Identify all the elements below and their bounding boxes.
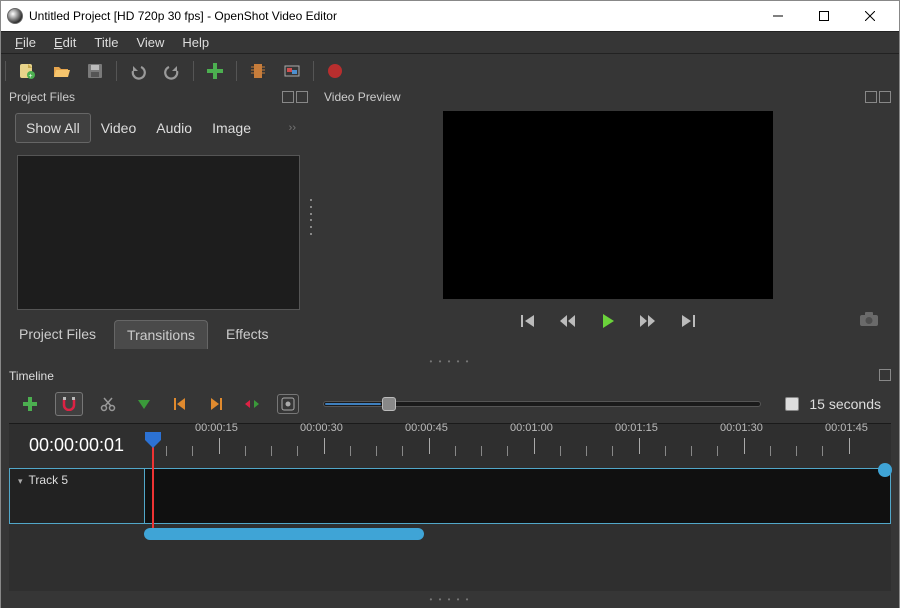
prev-marker-icon[interactable]	[169, 393, 191, 415]
project-files-title: Project Files	[9, 90, 75, 104]
next-marker-icon[interactable]	[205, 393, 227, 415]
zoom-slider-knob[interactable]	[382, 397, 396, 411]
close-preview-icon[interactable]	[879, 91, 891, 103]
timeline-timecode: 00:00:00:01	[9, 424, 144, 466]
tab-transitions[interactable]: Transitions	[114, 320, 208, 349]
zoom-slider[interactable]	[323, 401, 761, 407]
zoom-checkbox[interactable]	[785, 397, 799, 411]
open-project-icon[interactable]	[50, 60, 72, 82]
horizontal-scroll-thumb[interactable]	[144, 528, 424, 540]
close-panel-icon[interactable]	[296, 91, 308, 103]
app-icon	[7, 8, 23, 24]
timeline-panel: Timeline 15 seconds 00	[1, 367, 899, 608]
jump-start-icon[interactable]	[518, 311, 538, 331]
svg-text:+: +	[29, 73, 33, 80]
fullscreen-icon[interactable]	[281, 60, 303, 82]
timeline-settings-icon[interactable]	[277, 394, 299, 414]
video-preview-panel: Video Preview	[316, 87, 899, 357]
export-icon[interactable]	[324, 60, 346, 82]
main-toolbar: +	[1, 53, 899, 87]
play-icon[interactable]	[598, 311, 618, 331]
project-files-well[interactable]	[17, 155, 300, 310]
window-title: Untitled Project [HD 720p 30 fps] - Open…	[29, 9, 755, 23]
minimize-button[interactable]	[755, 1, 801, 31]
menu-title[interactable]: Title	[86, 33, 126, 52]
window-titlebar: Untitled Project [HD 720p 30 fps] - Open…	[1, 1, 899, 31]
razor-icon[interactable]	[97, 393, 119, 415]
zoom-label: 15 seconds	[809, 396, 881, 412]
tab-project-files[interactable]: Project Files	[7, 320, 108, 349]
horizontal-scrollbar[interactable]	[144, 528, 891, 540]
snapshot-icon[interactable]	[859, 311, 879, 332]
menu-view[interactable]: View	[128, 33, 172, 52]
horizontal-splitter[interactable]: • • • • •	[1, 357, 899, 367]
menu-help[interactable]: Help	[174, 33, 217, 52]
fast-forward-icon[interactable]	[638, 311, 658, 331]
import-files-icon[interactable]	[204, 60, 226, 82]
undo-icon[interactable]	[127, 60, 149, 82]
add-track-icon[interactable]	[19, 393, 41, 415]
filter-video[interactable]: Video	[91, 114, 147, 142]
track-collapse-icon[interactable]: ▾	[18, 476, 23, 487]
add-marker-icon[interactable]	[133, 393, 155, 415]
center-playhead-icon[interactable]	[241, 393, 263, 415]
snap-icon[interactable]	[55, 392, 83, 416]
tab-effects[interactable]: Effects	[214, 320, 281, 349]
video-preview-title: Video Preview	[324, 90, 401, 104]
undock-timeline-icon[interactable]	[879, 369, 891, 381]
video-preview-viewport[interactable]	[443, 111, 773, 299]
project-files-panel: Project Files Show All Video Audio Image…	[1, 87, 316, 357]
timeline-body[interactable]: 00:00:00:01 00:00:15 00:00:30 00:00:45 0…	[9, 423, 891, 591]
timeline-toolbar: 15 seconds	[1, 387, 899, 421]
filter-overflow-icon[interactable]: ››	[289, 122, 302, 134]
panel-resize-handle[interactable]	[308, 197, 314, 237]
bottom-splitter[interactable]: • • • • •	[1, 593, 899, 608]
filter-image[interactable]: Image	[202, 114, 261, 142]
track-body[interactable]	[144, 468, 891, 524]
close-button[interactable]	[847, 1, 893, 31]
menu-bar: File Edit Title View Help	[1, 31, 899, 53]
undock-preview-icon[interactable]	[865, 91, 877, 103]
filter-show-all[interactable]: Show All	[15, 113, 91, 143]
timeline-ruler[interactable]: 00:00:15 00:00:30 00:00:45 00:01:00 00:0…	[144, 424, 891, 466]
timeline-title: Timeline	[9, 369, 54, 385]
undock-icon[interactable]	[282, 91, 294, 103]
menu-edit[interactable]: Edit	[46, 33, 84, 52]
new-project-icon[interactable]: +	[16, 60, 38, 82]
timeline-track[interactable]: ▾ Track 5	[9, 468, 891, 524]
menu-file[interactable]: File	[7, 33, 44, 52]
track-name: Track 5	[29, 473, 69, 487]
jump-end-icon[interactable]	[678, 311, 698, 331]
redo-icon[interactable]	[161, 60, 183, 82]
maximize-button[interactable]	[801, 1, 847, 31]
track-header[interactable]: ▾ Track 5	[9, 468, 144, 524]
rewind-icon[interactable]	[558, 311, 578, 331]
filter-audio[interactable]: Audio	[146, 114, 202, 142]
save-project-icon[interactable]	[84, 60, 106, 82]
playhead-line[interactable]	[152, 436, 154, 528]
profile-icon[interactable]	[247, 60, 269, 82]
vertical-scroll-thumb[interactable]	[878, 463, 892, 477]
